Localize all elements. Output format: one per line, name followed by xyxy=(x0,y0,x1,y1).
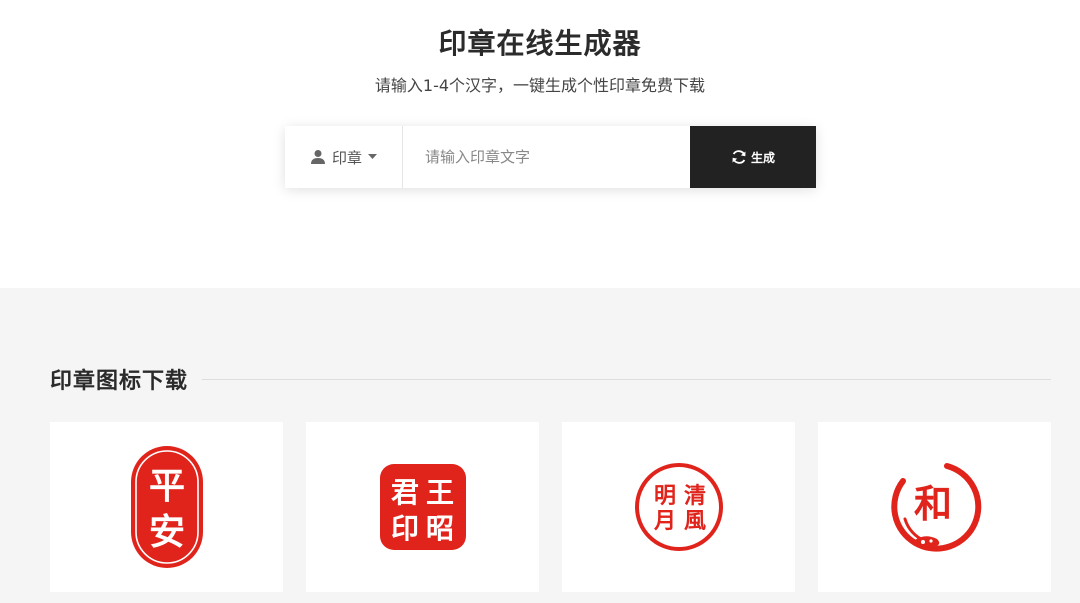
seal-char: 君 xyxy=(390,476,418,509)
page-subtitle: 请输入1-4个汉字，一键生成个性印章免费下载 xyxy=(374,76,706,95)
seal-char: 印 xyxy=(390,512,418,545)
seal-char: 明 xyxy=(653,483,675,509)
generate-button-label: 生成 xyxy=(750,150,775,165)
seal-char: 風 xyxy=(683,508,705,534)
caret-down-icon xyxy=(368,154,377,159)
oval-seal-image: 平 安 xyxy=(130,446,203,568)
brush-circle-seal-image: 和 xyxy=(890,463,981,552)
seal-char: 安 xyxy=(148,511,184,553)
seal-type-dropdown[interactable]: 印章 xyxy=(285,126,403,188)
seal-type-label: 印章 xyxy=(331,148,362,167)
seal-char: 平 xyxy=(148,465,184,507)
round-seal-image: 清 風 明 月 xyxy=(634,463,723,551)
seal-char: 和 xyxy=(913,481,951,526)
seal-card-brush[interactable]: 和 xyxy=(818,422,1051,592)
hero-section: 印章在线生成器 请输入1-4个汉字，一键生成个性印章免费下载 印章 生成 xyxy=(0,0,1080,288)
square-seal-image: 王 昭 君 印 xyxy=(379,464,466,550)
refresh-icon xyxy=(732,150,746,164)
gallery-title: 印章图标下载 xyxy=(50,369,189,394)
seal-card-round[interactable]: 清 風 明 月 xyxy=(562,422,795,592)
seal-char: 王 xyxy=(425,476,453,509)
seal-char: 月 xyxy=(652,508,675,534)
page-title: 印章在线生成器 xyxy=(438,27,642,60)
seal-card-square[interactable]: 王 昭 君 印 xyxy=(306,422,539,592)
seal-generator-form: 印章 生成 xyxy=(285,126,816,188)
seal-char: 昭 xyxy=(425,512,453,545)
gallery-header: 印章图标下载 xyxy=(50,364,1051,394)
user-icon xyxy=(310,150,325,164)
seal-text-input[interactable] xyxy=(403,126,690,188)
generate-button[interactable]: 生成 xyxy=(690,126,816,188)
seal-gallery-section: 印章图标下载 平 安 王 昭 君 印 清 風 明 月 和 xyxy=(0,288,1080,603)
seal-char: 清 xyxy=(683,483,705,509)
seal-card-oval[interactable]: 平 安 xyxy=(50,422,283,592)
section-divider xyxy=(202,378,1051,380)
